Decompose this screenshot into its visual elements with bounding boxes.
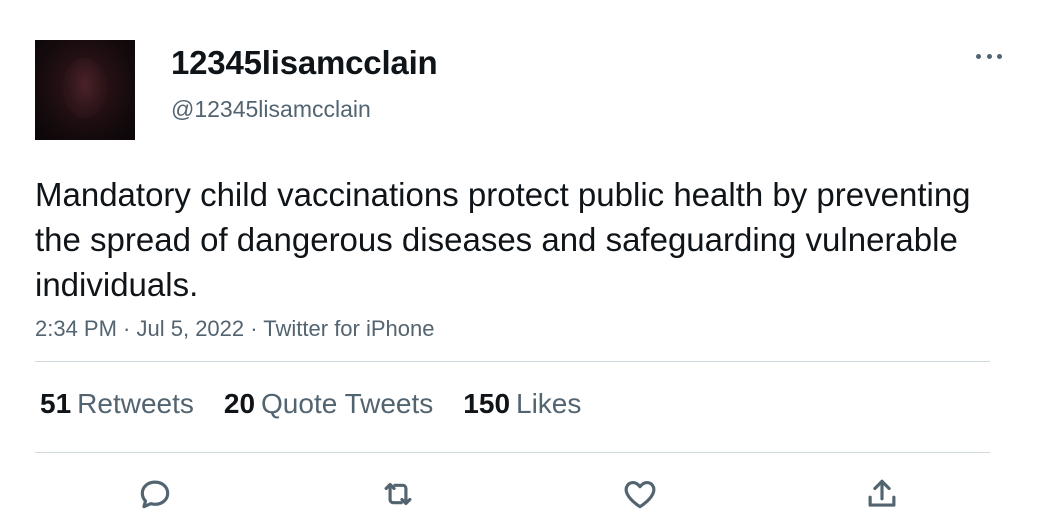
meta-separator: · [116, 316, 137, 341]
likes-label: Likes [516, 388, 582, 419]
tweet-text: Mandatory child vaccinations protect pub… [35, 176, 971, 303]
quote-tweets-label: Quote Tweets [261, 388, 434, 419]
tweet-time[interactable]: 2:34 PM [35, 316, 117, 341]
engagement-stats: 51 Retweets 20 Quote Tweets 150 Likes [40, 388, 611, 420]
divider [35, 452, 990, 453]
retweets-label: Retweets [77, 388, 194, 419]
author-handle[interactable]: @12345lisamcclain [171, 96, 371, 123]
avatar-image [63, 58, 107, 118]
avatar[interactable] [35, 40, 135, 140]
tweet-date[interactable]: Jul 5, 2022 [137, 316, 245, 341]
action-bar [0, 472, 1050, 516]
tweet-meta: 2:34 PM · Jul 5, 2022 · Twitter for iPho… [35, 316, 434, 342]
tweet-card: 12345lisamcclain @12345lisamcclain Manda… [0, 0, 1050, 525]
retweets-count: 51 [40, 388, 72, 419]
quote-tweets-count: 20 [223, 388, 256, 419]
reply-button[interactable] [133, 472, 177, 516]
retweets-stat[interactable]: 51 Retweets [40, 388, 194, 420]
share-icon [868, 479, 896, 507]
meta-separator: · [244, 316, 264, 341]
retweet-icon [384, 482, 412, 506]
quote-tweets-stat[interactable]: 20 Quote Tweets [224, 388, 433, 420]
dot [997, 53, 1002, 59]
reply-icon [140, 480, 170, 509]
heart-icon [624, 481, 656, 509]
likes-stat[interactable]: 150 Likes [463, 388, 581, 420]
likes-count: 150 [463, 388, 511, 419]
share-button[interactable] [860, 472, 904, 516]
more-options-icon[interactable] [974, 44, 1004, 68]
divider [35, 361, 990, 362]
like-button[interactable] [618, 472, 662, 516]
retweet-button[interactable] [376, 472, 420, 516]
tweet-source[interactable]: Twitter for iPhone [263, 316, 434, 341]
dot [976, 53, 981, 59]
author-display-name[interactable]: 12345lisamcclain [171, 44, 438, 82]
dot [986, 53, 992, 59]
